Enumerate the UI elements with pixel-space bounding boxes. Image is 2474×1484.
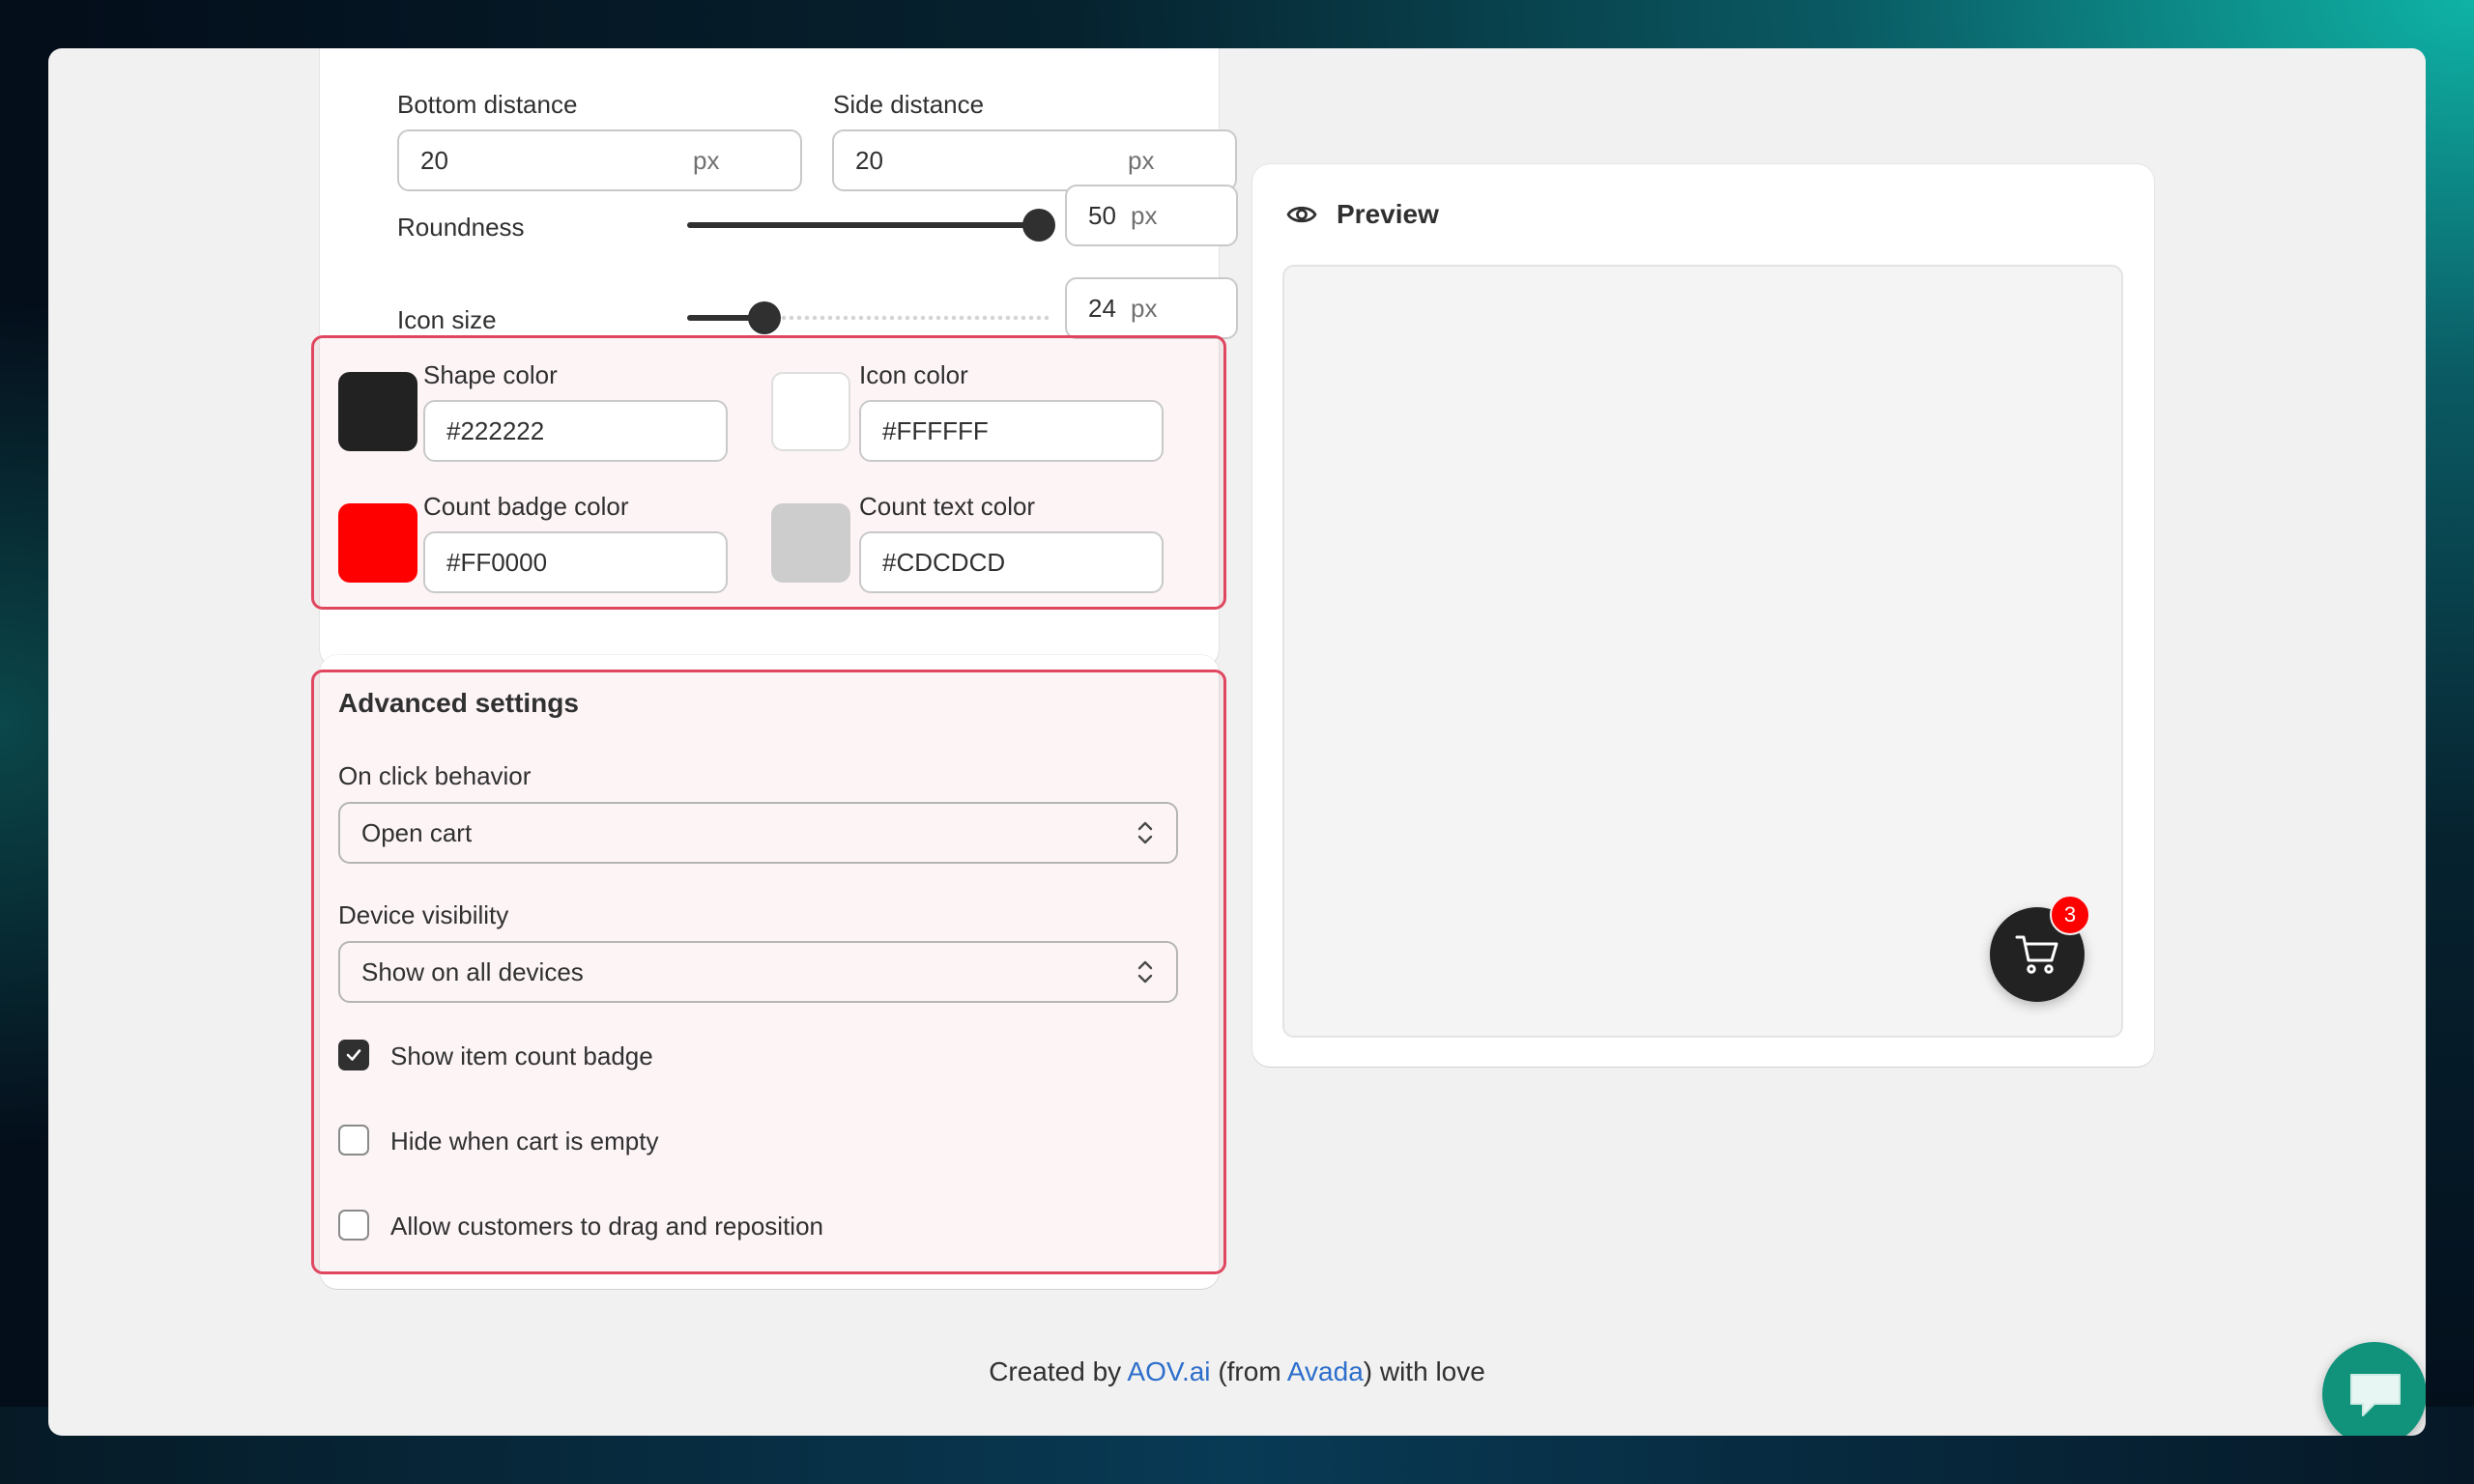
roundness-thumb[interactable] [1022, 209, 1055, 242]
cart-count-badge: 3 [2050, 895, 2090, 935]
roundness-label: Roundness [397, 213, 525, 242]
icon-size-label: Icon size [397, 305, 497, 334]
on-click-behavior-value: Open cart [361, 817, 473, 847]
advanced-settings-title: Advanced settings [338, 688, 579, 718]
show-item-count-badge-checkbox[interactable] [338, 1040, 369, 1070]
show-item-count-badge-label: Show item count badge [390, 1042, 653, 1070]
side-distance-label: Side distance [833, 90, 985, 119]
roundness-input[interactable]: 50 px [1065, 185, 1238, 246]
icon-color-value: #FFFFFF [882, 415, 989, 445]
device-visibility-value: Show on all devices [361, 956, 584, 986]
aov-link[interactable]: AOV.ai [1127, 1356, 1210, 1386]
icon-size-thumb[interactable] [748, 301, 781, 334]
roundness-track [687, 222, 1039, 228]
count-badge-color-swatch[interactable] [338, 503, 417, 583]
shape-color-swatch[interactable] [338, 372, 417, 451]
bottom-distance-input[interactable]: 20 px [397, 129, 802, 191]
icon-size-value: 24 [1088, 293, 1116, 323]
side-distance-value: 20 [855, 145, 883, 175]
count-badge-color-input[interactable]: #FF0000 [423, 531, 728, 593]
preview-card: Preview 3 [1252, 164, 2154, 1067]
footer-middle: (from [1218, 1356, 1281, 1386]
preview-canvas: 3 [1282, 265, 2123, 1038]
preview-title: Preview [1337, 199, 1439, 229]
count-badge-color-label: Count badge color [423, 492, 629, 521]
select-chevron-icon [1137, 821, 1153, 844]
side-distance-input[interactable]: 20 px [832, 129, 1237, 191]
shape-color-label: Shape color [423, 360, 558, 389]
roundness-value: 50 [1088, 200, 1116, 230]
allow-drag-checkbox[interactable] [338, 1210, 369, 1241]
app-window: Bottom distance Side distance 20 px 20 p… [48, 48, 2426, 1436]
allow-drag-label: Allow customers to drag and reposition [390, 1212, 824, 1241]
checkmark-icon [346, 1049, 361, 1061]
icon-color-swatch[interactable] [771, 372, 850, 451]
bottom-distance-value: 20 [420, 145, 448, 175]
icon-color-label: Icon color [859, 360, 968, 389]
icon-size-unit: px [1131, 293, 1158, 323]
count-text-color-input[interactable]: #CDCDCD [859, 531, 1164, 593]
advanced-settings-highlight: Advanced settings On click behavior Open… [311, 670, 1226, 1274]
bottom-distance-unit: px [693, 145, 720, 175]
chat-widget-button[interactable] [2322, 1342, 2426, 1436]
cart-icon [2015, 935, 2058, 974]
count-text-color-label: Count text color [859, 492, 1036, 521]
eye-icon [1286, 206, 1317, 223]
count-badge-color-value: #FF0000 [446, 547, 548, 577]
avada-link[interactable]: Avada [1287, 1356, 1364, 1386]
count-text-color-value: #CDCDCD [882, 547, 1006, 577]
icon-size-input[interactable]: 24 px [1065, 277, 1238, 339]
bottom-distance-label: Bottom distance [397, 90, 578, 119]
side-distance-unit: px [1128, 145, 1155, 175]
on-click-behavior-label: On click behavior [338, 761, 532, 790]
hide-when-empty-checkbox[interactable] [338, 1125, 369, 1156]
device-visibility-label: Device visibility [338, 900, 509, 929]
shape-color-input[interactable]: #222222 [423, 400, 728, 462]
hide-when-empty-label: Hide when cart is empty [390, 1127, 659, 1156]
count-text-color-swatch[interactable] [771, 503, 850, 583]
device-visibility-select[interactable]: Show on all devices [338, 941, 1178, 1003]
on-click-behavior-select[interactable]: Open cart [338, 802, 1178, 864]
shape-color-value: #222222 [446, 415, 545, 445]
footer-prefix: Created by [989, 1356, 1122, 1386]
footer-suffix: ) with love [1363, 1356, 1485, 1386]
roundness-unit: px [1131, 200, 1158, 230]
select-chevron-icon [1137, 960, 1153, 984]
chat-icon [2350, 1374, 2401, 1416]
icon-color-input[interactable]: #FFFFFF [859, 400, 1164, 462]
colors-highlight: Shape color #222222 Icon color #FFFFFF C… [311, 335, 1226, 610]
footer-credit: Created by AOV.ai (from Avada) with love [48, 1356, 2426, 1387]
